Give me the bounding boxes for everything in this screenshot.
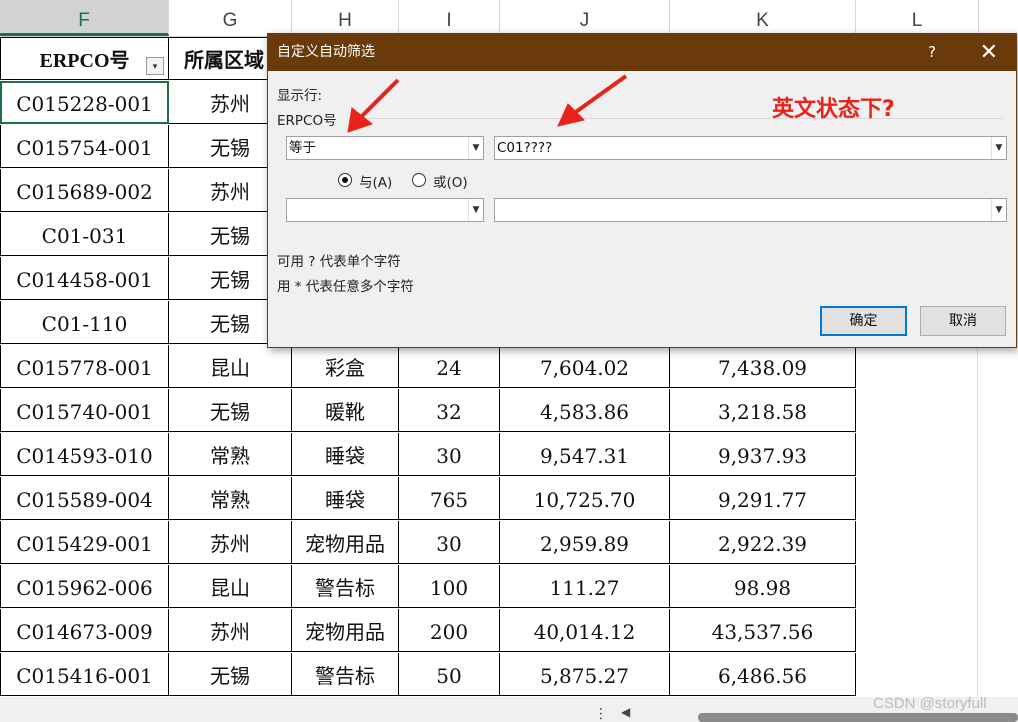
table-cell[interactable]: 3,218.58	[670, 389, 856, 432]
table-cell[interactable]: 100	[399, 565, 500, 608]
table-cell[interactable]: 32	[399, 389, 500, 432]
table-cell[interactable]: 昆山	[169, 565, 292, 608]
table-cell[interactable]: C014593-010	[0, 433, 169, 476]
table-cell[interactable]: 30	[399, 433, 500, 476]
column-header-bar: F G H I J K L	[0, 0, 1018, 37]
table-cell[interactable]: 宠物用品	[292, 521, 399, 564]
table-cell[interactable]: C01-110	[0, 301, 169, 344]
table-cell[interactable]: 苏州	[169, 521, 292, 564]
watermark: CSDN @storyfull	[873, 695, 987, 712]
table-cell[interactable]: 9,291.77	[670, 477, 856, 520]
table-cell[interactable]: 765	[399, 477, 500, 520]
column-header-i[interactable]: I	[399, 0, 500, 36]
table-cell[interactable]: 7,438.09	[670, 345, 856, 388]
table-cell[interactable]: 111.27	[500, 565, 670, 608]
table-cell[interactable]: 警告标	[292, 653, 399, 696]
table-cell[interactable]: 昆山	[169, 345, 292, 388]
table-cell[interactable]: C014673-009	[0, 609, 169, 652]
table-cell[interactable]: 7,604.02	[500, 345, 670, 388]
table-cell[interactable]: 暖靴	[292, 389, 399, 432]
table-cell[interactable]: 40,014.12	[500, 609, 670, 652]
column-header-l[interactable]: L	[856, 0, 979, 36]
table-cell[interactable]: C015740-001	[0, 389, 169, 432]
table-cell[interactable]: 常熟	[169, 433, 292, 476]
table-cell[interactable]: 睡袋	[292, 433, 399, 476]
table-cell[interactable]: 苏州	[169, 609, 292, 652]
table-cell[interactable]: 6,486.56	[670, 653, 856, 696]
table-cell[interactable]: 4,583.86	[500, 389, 670, 432]
table-cell[interactable]: 30	[399, 521, 500, 564]
table-cell[interactable]: C015778-001	[0, 345, 169, 388]
header-cell-erpco[interactable]: ERPCO号 ▾	[0, 37, 169, 80]
table-cell[interactable]: 2,922.39	[670, 521, 856, 564]
table-cell[interactable]: 9,937.93	[670, 433, 856, 476]
table-cell[interactable]: 43,537.56	[670, 609, 856, 652]
table-cell[interactable]: 睡袋	[292, 477, 399, 520]
table-cell[interactable]: 警告标	[292, 565, 399, 608]
table-cell[interactable]: C015589-004	[0, 477, 169, 520]
table-cell[interactable]: 9,547.31	[500, 433, 670, 476]
table-cell[interactable]: C015689-002	[0, 169, 169, 212]
table-cell[interactable]: 10,725.70	[500, 477, 670, 520]
horizontal-scrollbar[interactable]	[698, 713, 1018, 722]
filter-dropdown-icon[interactable]: ▾	[146, 57, 164, 75]
table-cell[interactable]: C01-031	[0, 213, 169, 256]
table-cell[interactable]: C015429-001	[0, 521, 169, 564]
column-header-h[interactable]: H	[292, 0, 399, 36]
table-cell[interactable]: 5,875.27	[500, 653, 670, 696]
custom-autofilter-dialog: 自定义自动筛选 ? ✕ 显示行: ERPCO号 等于 ▼ C01???? ▼ 与…	[267, 33, 1017, 348]
more-icon[interactable]: ⋮	[594, 706, 608, 722]
arrow-icon	[347, 74, 628, 133]
table-cell[interactable]: 常熟	[169, 477, 292, 520]
annotation-arrows	[347, 74, 628, 133]
table-cell[interactable]: C015416-001	[0, 653, 169, 696]
table-cell[interactable]: 200	[399, 609, 500, 652]
table-cell[interactable]: 50	[399, 653, 500, 696]
table-cell[interactable]: 彩盒	[292, 345, 399, 388]
table-cell[interactable]: 2,959.89	[500, 521, 670, 564]
annotation-text: 英文状态下?	[772, 97, 895, 122]
scroll-left-icon[interactable]: ◀	[621, 705, 630, 719]
table-cell[interactable]: C015962-006	[0, 565, 169, 608]
table-cell[interactable]: 24	[399, 345, 500, 388]
column-header-j[interactable]: J	[500, 0, 670, 36]
column-header-f[interactable]: F	[0, 0, 169, 36]
column-header-g[interactable]: G	[169, 0, 292, 36]
header-text: ERPCO号	[39, 50, 130, 72]
table-cell[interactable]: 无锡	[169, 389, 292, 432]
table-cell[interactable]: 无锡	[169, 653, 292, 696]
column-header-k[interactable]: K	[670, 0, 856, 36]
table-cell[interactable]: C014458-001	[0, 257, 169, 300]
table-cell[interactable]: 98.98	[670, 565, 856, 608]
table-cell[interactable]: 宠物用品	[292, 609, 399, 652]
table-cell[interactable]: C015754-001	[0, 125, 169, 168]
table-cell[interactable]: C015228-001	[0, 81, 169, 124]
